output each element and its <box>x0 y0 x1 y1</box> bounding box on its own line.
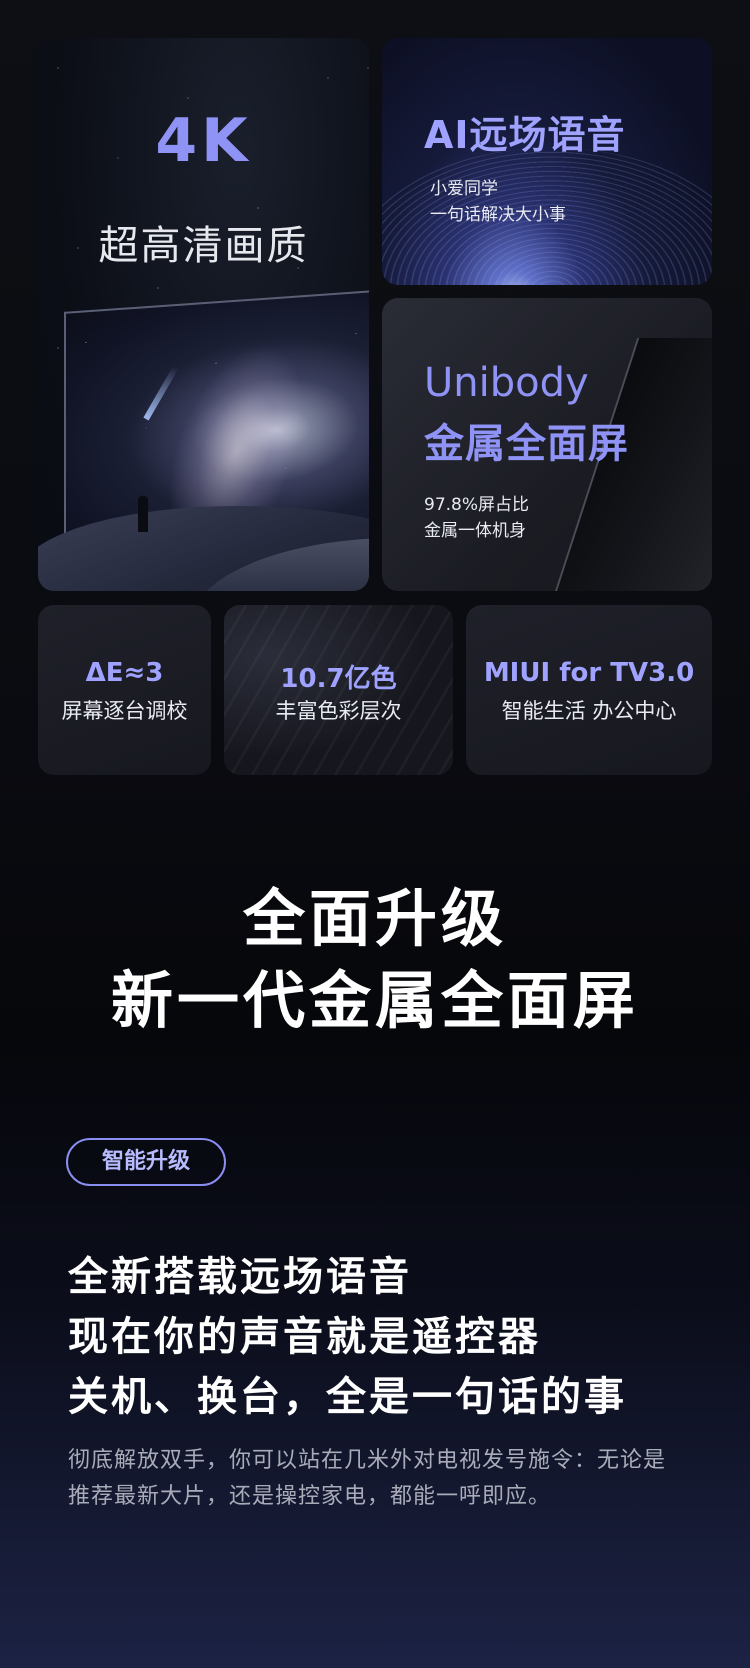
feature-card-colors: 10.7亿色 丰富色彩层次 <box>224 605 453 775</box>
card-miui-subtitle: 智能生活 办公中心 <box>501 699 677 723</box>
card-de-title: ΔE≈3 <box>85 658 164 688</box>
feature-card-4k: 4K 超高清画质 <box>38 38 369 591</box>
section-desc-1: 彻底解放双手，你可以站在几米外对电视发号施令：无论是 <box>68 1448 667 1473</box>
headline-line-2: 新一代金属全面屏 <box>110 964 639 1037</box>
card-unibody-subtitle: 金属全面屏 <box>424 421 629 467</box>
card-de-subtitle: 屏幕逐台调校 <box>61 699 188 723</box>
card-4k-subtitle: 超高清画质 <box>98 223 309 269</box>
card-unibody-title: Unibody <box>424 360 589 406</box>
card-color-subtitle: 丰富色彩层次 <box>275 699 402 723</box>
section-desc-2: 推荐最新大片，还是操控家电，都能一呼即应。 <box>68 1484 552 1509</box>
card-unibody-line-1: 97.8%屏占比 <box>424 495 530 515</box>
feature-card-ai-voice: AI远场语音 小爱同学 一句话解决大小事 <box>382 38 712 285</box>
section-line-1: 全新搭载远场语音 <box>68 1254 412 1300</box>
feature-card-color-accuracy: ΔE≈3 屏幕逐台调校 <box>38 605 211 775</box>
person-silhouette <box>138 496 148 532</box>
feature-card-miui: MIUI for TV3.0 智能生活 办公中心 <box>466 605 712 775</box>
section-line-3: 关机、换台，全是一句话的事 <box>68 1374 627 1420</box>
card-4k-title: 4K <box>155 106 252 176</box>
card-color-title: 10.7亿色 <box>280 664 397 694</box>
section-badge: 智能升级 <box>66 1138 226 1186</box>
headline-line-1: 全面升级 <box>242 882 507 955</box>
section-line-2: 现在你的声音就是遥控器 <box>68 1314 541 1360</box>
card-ai-line-1: 小爱同学 <box>430 179 498 199</box>
card-ai-title: AI远场语音 <box>424 113 626 157</box>
card-miui-title: MIUI for TV3.0 <box>483 658 695 688</box>
feature-card-unibody: Unibody 金属全面屏 97.8%屏占比 金属一体机身 <box>382 298 712 591</box>
card-ai-line-2: 一句话解决大小事 <box>430 205 566 225</box>
card-unibody-line-2: 金属一体机身 <box>424 521 526 541</box>
